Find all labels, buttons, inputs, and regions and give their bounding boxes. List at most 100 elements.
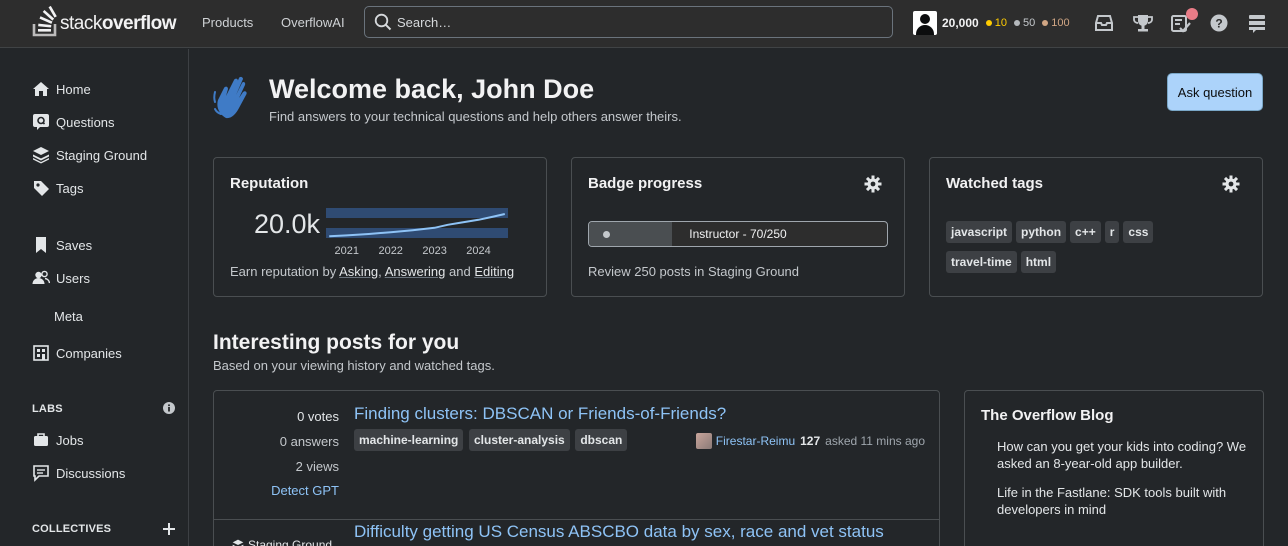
home-icon (32, 80, 50, 98)
section-subtitle: Based on your viewing history and watche… (213, 358, 495, 373)
card-title: Watched tags (946, 175, 1043, 192)
tag-travel-time[interactable]: travel-time (946, 251, 1017, 273)
site-logo[interactable]: stackoverflow (32, 5, 176, 37)
asking-link[interactable]: Asking (339, 264, 378, 279)
sidebar-item-home[interactable]: Home (32, 78, 91, 100)
post-title-link[interactable]: Difficulty getting US Census ABSCBO data… (354, 522, 884, 542)
help-icon[interactable]: ? (1208, 12, 1230, 34)
staging-ground-icon (232, 539, 244, 546)
tag-css[interactable]: css (1123, 221, 1154, 243)
sidebar-item-label: Meta (54, 308, 83, 324)
post-title-link[interactable]: Finding clusters: DBSCAN or Friends-of-F… (354, 404, 726, 424)
post-time: asked 11 mins ago (825, 434, 925, 448)
reputation-count: 20,000 (942, 16, 979, 30)
x-tick-label: 2021 (335, 245, 359, 256)
logo-text: stackoverflow (60, 13, 176, 34)
nav-overflowai[interactable]: OverflowAI (281, 15, 345, 30)
sidebar-item-discussions[interactable]: Discussions (32, 462, 125, 484)
vote-count: 0 votes (297, 409, 339, 424)
badge-progress-card: Badge progress Instructor - 70/250 Revie… (571, 157, 905, 297)
view-count: 2 views (295, 459, 339, 474)
badge-progress-bar[interactable]: Instructor - 70/250 (588, 221, 888, 247)
sidebar-item-tags[interactable]: Tags (32, 177, 83, 199)
search-input[interactable] (397, 11, 877, 33)
user-profile-link[interactable]: 20,000 10 50 100 (913, 9, 1070, 37)
blog-title: The Overflow Blog (981, 407, 1114, 424)
detect-gpt-link[interactable]: Detect GPT (271, 483, 339, 498)
gear-icon[interactable] (864, 175, 882, 196)
x-tick-label: 2022 (378, 245, 402, 256)
bookmark-icon (32, 236, 50, 254)
sidebar-item-users[interactable]: Users (32, 267, 90, 289)
companies-icon (32, 344, 50, 362)
sidebar-item-label: Staging Ground (56, 147, 148, 163)
sidebar-item-label: Saves (56, 237, 93, 253)
post-list: 0 votes 0 answers 2 views Detect GPT Fin… (213, 390, 940, 546)
left-sidebar: Home Questions Staging Ground Tags Saves… (0, 49, 189, 546)
sidebar-item-saves[interactable]: Saves (32, 234, 92, 256)
tag-cpp[interactable]: c++ (1070, 221, 1101, 243)
user-avatar[interactable] (695, 433, 712, 449)
tag-python[interactable]: python (1016, 221, 1067, 243)
x-tick-label: 2023 (422, 245, 446, 256)
card-title: Reputation (230, 175, 309, 192)
sidebar-item-label: Companies (56, 345, 122, 361)
svg-text:?: ? (1215, 17, 1222, 31)
sidebar-item-label: Questions (56, 114, 115, 130)
briefcase-icon (32, 431, 50, 449)
chart-grid-band (326, 208, 508, 218)
tag-dbscan[interactable]: dbscan (575, 429, 628, 451)
tag-cluster-analysis[interactable]: cluster-analysis (468, 429, 570, 451)
site-switcher-icon[interactable] (1246, 12, 1268, 34)
achievements-icon[interactable] (1132, 12, 1154, 34)
blog-item[interactable]: Life in the Fastlane: SDK tools built wi… (997, 484, 1247, 518)
review-notification-dot (1186, 8, 1198, 20)
reputation-hint: Earn reputation by Asking, Answering and… (230, 264, 515, 279)
tag-machine-learning[interactable]: machine-learning (354, 429, 464, 451)
sidebar-item-jobs[interactable]: Jobs (32, 429, 83, 451)
sidebar-item-questions[interactable]: Questions (32, 111, 115, 133)
page-subtitle: Find answers to your technical questions… (269, 109, 682, 124)
nav-products[interactable]: Products (202, 15, 253, 30)
sidebar-item-staging-ground[interactable]: Staging Ground (32, 144, 147, 166)
overflow-blog-widget: The Overflow Blog How can you get your k… (964, 390, 1264, 546)
user-name-link[interactable]: Firestar-Reimu (716, 434, 795, 448)
discussions-icon (32, 464, 50, 482)
waving-hand-icon (212, 74, 260, 125)
search-box[interactable] (364, 6, 893, 38)
top-bar: stackoverflow Products OverflowAI 20,000… (0, 0, 1288, 48)
staging-ground-label: Staging Ground (232, 538, 332, 546)
reputation-card: Reputation 20.0k 2021 2022 2023 2024 Earn r… (213, 157, 547, 297)
tag-javascript[interactable]: javascript (946, 221, 1013, 243)
collectives-heading: COLLECTIVES (32, 523, 112, 535)
staging-ground-icon (32, 146, 50, 164)
sidebar-item-companies[interactable]: Companies (32, 342, 122, 364)
users-icon (32, 269, 50, 287)
plus-icon[interactable] (162, 522, 176, 539)
info-icon[interactable] (162, 401, 176, 418)
ask-question-button[interactable]: Ask question (1167, 73, 1263, 111)
watched-tags-card: Watched tags javascript python c++ r css trav… (929, 157, 1263, 297)
tag-html[interactable]: html (1020, 251, 1057, 273)
tag-icon (32, 179, 50, 197)
inbox-icon[interactable] (1093, 12, 1115, 34)
blog-item[interactable]: How can you get your kids into coding? W… (997, 438, 1247, 472)
reputation-value: 20.0k (254, 209, 321, 239)
badge-hint: Review 250 posts in Staging Ground (588, 264, 800, 279)
stack-overflow-logo-icon (32, 5, 57, 37)
sidebar-item-meta[interactable]: Meta (54, 305, 83, 327)
answering-link[interactable]: Answering (385, 264, 446, 279)
gear-icon[interactable] (1222, 175, 1240, 196)
section-title: Interesting posts for you (213, 331, 460, 354)
list-item: 0 votes 0 answers 2 views Detect GPT Fin… (214, 391, 939, 519)
editing-link[interactable]: Editing (474, 264, 514, 279)
sidebar-item-label: Discussions (56, 465, 126, 481)
answer-count: 0 answers (279, 434, 339, 449)
reputation-chart: 2021 2022 2023 2024 (326, 208, 508, 256)
page-title: Welcome back, John Doe (269, 74, 595, 104)
gold-badge-count: 10 (985, 17, 1007, 29)
post-tags: machine-learning cluster-analysis dbscan (354, 429, 629, 459)
tag-r[interactable]: r (1104, 221, 1120, 243)
sidebar-item-label: Tags (56, 180, 84, 196)
x-tick-label: 2024 (466, 245, 490, 256)
